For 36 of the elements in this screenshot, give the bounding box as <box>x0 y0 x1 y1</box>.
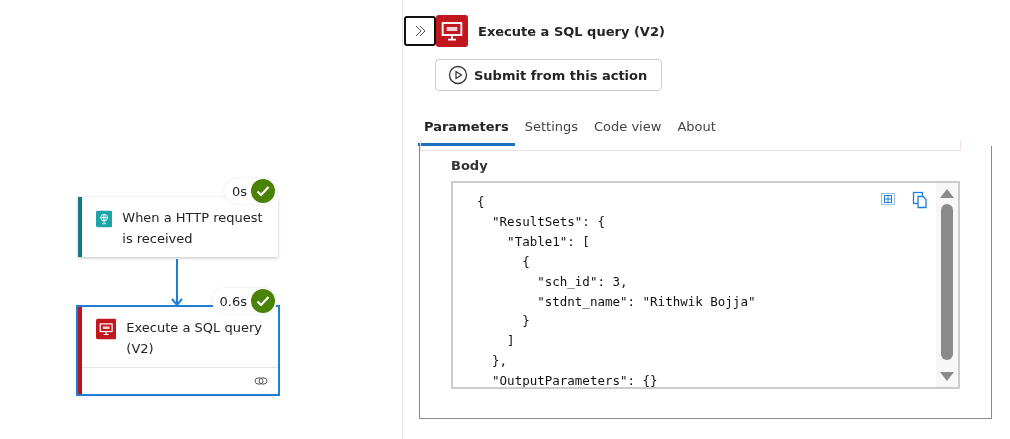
action-title: Execute a SQL query (V2) <box>126 319 263 358</box>
tab[interactable]: Code view <box>588 111 668 146</box>
body-label: Body <box>451 158 489 173</box>
play-circle-icon <box>448 65 468 85</box>
code-line: "sch_id": 3, <box>536 272 628 291</box>
duration-text: 0.6s <box>219 293 247 309</box>
action-card[interactable]: Execute a SQL query (V2) <box>78 307 278 394</box>
tab[interactable]: About <box>671 111 722 146</box>
submit-button[interactable]: Submit from this action <box>435 59 663 91</box>
link-icon <box>254 375 268 387</box>
code-line: } <box>521 312 530 331</box>
code-line: ] <box>506 332 515 351</box>
scroll-down-icon[interactable] <box>940 372 954 381</box>
code-box[interactable]: { "ResultSets": { "Table1": [ { "sch_id": 3, "stdnt_name": "Rithwik Bojja" } ] }, "OutputParameters": {} <box>451 181 960 389</box>
scrollbar[interactable] <box>936 183 958 387</box>
copy-icon[interactable] <box>912 191 928 209</box>
code-line: "stdnt_name": "Rithwik Bojja" <box>536 292 756 311</box>
tab[interactable]: Settings <box>518 111 584 146</box>
action-card[interactable]: When a HTTP request is received <box>78 197 278 257</box>
monitor-icon <box>436 15 468 47</box>
action-title: When a HTTP request is received <box>122 209 264 248</box>
connector-arrow <box>171 259 183 307</box>
panel-title: Execute a SQL query (V2) <box>478 23 665 39</box>
code-line: "Table1": [ <box>506 232 590 251</box>
code-line: { <box>521 252 530 271</box>
monitor-icon <box>96 317 117 341</box>
tab[interactable]: Parameters <box>418 111 515 146</box>
table-icon[interactable] <box>880 191 896 207</box>
code-line: { <box>477 193 485 211</box>
duration-text: 0s <box>231 183 247 199</box>
code-line: }, <box>491 352 508 371</box>
code-line: "OutputParameters": {} <box>491 372 658 387</box>
collapse-button[interactable] <box>404 16 436 46</box>
code-line: "ResultSets": { <box>491 212 605 231</box>
double-chevron-icon <box>414 25 426 37</box>
scroll-up-icon[interactable] <box>940 189 954 198</box>
